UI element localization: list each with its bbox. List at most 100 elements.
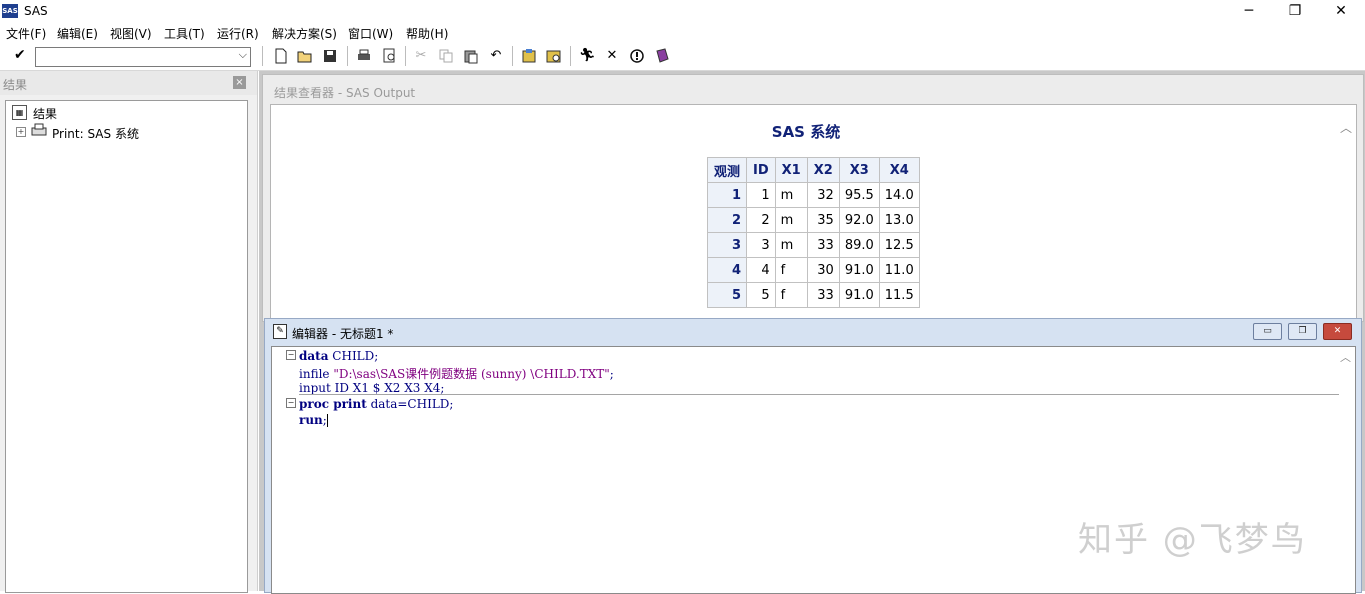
restore-button[interactable]: ❐ [1272,0,1318,24]
table-cell: m [774,232,808,258]
results-viewer-body: ︿ SAS 系统 观测 ID X1 X2 X3 X4 1 1 m 32 95.5… [270,104,1357,323]
report-title: SAS 系统 [771,123,841,141]
code-keyword: data [299,349,329,363]
column-header: ID [746,157,776,183]
scroll-up-icon[interactable]: ︿ [1340,349,1351,365]
editor-minimize-button[interactable]: ▭ [1253,323,1282,340]
table-cell: 2 [746,207,776,233]
toolbar-separator [512,46,513,66]
table-cell: 12.5 [878,232,920,258]
scroll-up-icon[interactable]: ︿ [1340,119,1352,136]
menu-tools[interactable]: 工具(T) [164,25,205,42]
row-header: 3 [706,232,748,258]
submit-icon[interactable]: 🏃︎ [579,48,596,64]
tree-item-print[interactable]: Print: SAS 系统 [52,125,139,142]
editor-restore-button[interactable]: ❐ [1288,323,1317,340]
editor-title: 编辑器 - 无标题1 * [292,327,394,341]
row-header: 2 [706,207,748,233]
menu-solutions[interactable]: 解决方案(S) [272,25,337,42]
menu-bar: 文件(F) 编辑(E) 视图(V) 工具(T) 运行(R) 解决方案(S) 窗口… [0,24,1365,42]
fold-icon[interactable]: − [286,398,296,408]
command-box[interactable]: ⌵ [35,47,251,67]
table-cell: 32 [806,182,840,208]
code-text: data=CHILD; [366,397,454,411]
chevron-down-icon[interactable]: ⌵ [239,48,247,62]
row-header: 4 [706,257,748,283]
break-icon[interactable] [629,48,645,64]
close-button[interactable]: ✕ [1318,0,1364,24]
undo-icon[interactable]: ↶ [488,48,504,64]
code-text: infile [299,367,334,381]
help-book-icon[interactable] [654,48,670,64]
window-title: SAS [24,4,48,18]
column-header: X4 [878,157,920,183]
menu-edit[interactable]: 编辑(E) [57,25,98,42]
menu-view[interactable]: 视图(V) [110,25,152,42]
close-icon[interactable]: × [233,76,246,89]
output-table: 观测 ID X1 X2 X3 X4 1 1 m 32 95.5 14.0 2 2… [706,157,920,308]
code-text: input ID X1 $ X2 X3 X4; [299,381,445,395]
toolbar-separator [570,46,571,66]
watermark: 知乎 @飞梦鸟 [1078,520,1307,560]
table-header-row: 观测 ID X1 X2 X3 X4 [706,157,920,183]
code-line: input ID X1 $ X2 X3 X4; [299,381,444,395]
table-cell: 89.0 [838,232,880,258]
explorer-icon[interactable] [546,48,562,64]
title-bar: SAS SAS ─ ❐ ✕ [0,0,1365,24]
results-pane: 结果 × ▦ 结果 + Print: SAS 系统 [0,71,258,593]
toolbar-separator [262,46,263,66]
menu-help[interactable]: 帮助(H) [406,25,448,42]
table-cell: 33 [806,282,840,308]
column-header: X1 [774,157,808,183]
column-header: X3 [838,157,880,183]
expand-icon[interactable]: + [16,127,26,137]
code-line: proc print data=CHILD; [299,397,453,411]
table-cell: 1 [746,182,776,208]
code-text: CHILD; [328,349,379,363]
editor-close-button[interactable]: ✕ [1323,323,1352,340]
checkmark-icon[interactable]: ✔ [14,47,26,63]
table-row: 2 2 m 35 92.0 13.0 [706,207,920,233]
table-cell: m [774,182,808,208]
toolbar: ✔ ⌵ ✂ ↶ 🏃︎ ✕ [0,42,1365,71]
code-text: ; [609,367,614,381]
editor-icon: ✎ [273,324,287,339]
open-icon[interactable] [297,48,313,64]
new-icon[interactable] [273,48,289,64]
tree-root-label[interactable]: 结果 [33,105,57,122]
paste-icon[interactable] [463,48,479,64]
table-cell: f [774,257,808,283]
clear-icon[interactable]: ✕ [604,48,620,64]
table-cell: 11.0 [878,257,920,283]
cut-icon[interactable]: ✂ [413,48,429,64]
table-cell: 30 [806,257,840,283]
table-cell: f [774,282,808,308]
results-viewer-window: 结果查看器 - SAS Output ︿ SAS 系统 观测 ID X1 X2 … [262,74,1364,323]
toolbar-separator [405,46,406,66]
table-cell: 35 [806,207,840,233]
table-cell: m [774,207,808,233]
menu-file[interactable]: 文件(F) [6,25,46,42]
print-icon[interactable] [356,48,372,64]
minimize-button[interactable]: ─ [1226,0,1272,24]
code-keyword: proc print [299,397,367,411]
text-cursor [326,414,328,427]
menu-window[interactable]: 窗口(W) [348,25,393,42]
save-icon[interactable] [322,48,338,64]
table-cell: 95.5 [838,182,880,208]
table-row: 1 1 m 32 95.5 14.0 [706,182,920,208]
copy-icon[interactable] [438,48,454,64]
menu-run[interactable]: 运行(R) [217,25,259,42]
table-cell: 4 [746,257,776,283]
row-header: 5 [706,282,748,308]
code-line: infile "D:\sas\SAS课件例题数据 (sunny) \CHILD.… [299,365,614,382]
table-cell: 13.0 [878,207,920,233]
libraries-icon[interactable] [521,48,537,64]
fold-icon[interactable]: − [286,350,296,360]
table-cell: 92.0 [838,207,880,233]
results-pane-header: 结果 × [0,71,257,95]
table-cell: 3 [746,232,776,258]
row-header: 1 [706,182,748,208]
print-preview-icon[interactable] [382,48,398,64]
table-cell: 91.0 [838,282,880,308]
